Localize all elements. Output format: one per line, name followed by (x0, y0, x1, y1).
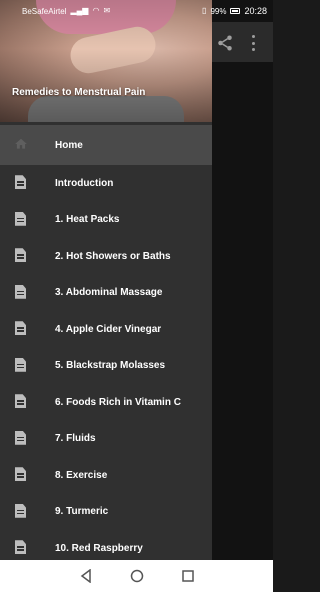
signal-icon: ▂▄▆ (70, 6, 89, 15)
menu-item-vitamin-c[interactable]: 6. Foods Rich in Vitamin C (0, 384, 212, 421)
status-bar: BeSafeAirtel ▂▄▆ ◠ ✉ ▯ 99% 20:28 (0, 0, 273, 22)
menu-item-fluids[interactable]: 7. Fluids (0, 421, 212, 458)
menu-item-label: 1. Heat Packs (55, 214, 120, 226)
document-icon (14, 248, 28, 264)
document-icon (14, 394, 28, 410)
menu-item-blackstrap-molasses[interactable]: 5. Blackstrap Molasses (0, 348, 212, 385)
recents-icon[interactable] (181, 569, 195, 583)
drawer-menu: Home Introduction 1. Heat Packs 2. Hot S… (0, 125, 212, 560)
battery-icon (230, 8, 241, 14)
document-icon (14, 211, 28, 228)
battery-percent: 99% (210, 6, 227, 16)
menu-item-exercise[interactable]: 8. Exercise (0, 457, 212, 494)
mail-icon: ✉ (103, 6, 111, 15)
document-icon (14, 284, 28, 301)
menu-item-label: 9. Turmeric (55, 506, 109, 518)
menu-item-hot-showers[interactable]: 2. Hot Showers or Baths (0, 238, 212, 275)
document-icon (14, 357, 28, 374)
menu-item-label: 4. Apple Cider Vinegar (55, 323, 162, 335)
menu-item-label: 6. Foods Rich in Vitamin C (55, 396, 181, 408)
menu-item-label: Home (55, 139, 83, 151)
screen: Remedies to Menstrual Pain Home Introduc… (0, 0, 273, 592)
menu-item-home[interactable]: Home (0, 125, 212, 165)
document-icon (14, 540, 28, 556)
app-content-area (212, 0, 273, 560)
menu-item-label: Introduction (55, 177, 114, 189)
menu-item-label: 5. Blackstrap Molasses (55, 360, 166, 372)
navigation-drawer: Remedies to Menstrual Pain Home Introduc… (0, 0, 212, 560)
document-icon (14, 175, 28, 191)
menu-item-label: 2. Hot Showers or Baths (55, 250, 171, 262)
menu-item-label: 3. Abdominal Massage (55, 287, 163, 299)
document-icon (14, 467, 28, 483)
menu-item-apple-cider-vinegar[interactable]: 4. Apple Cider Vinegar (0, 311, 212, 348)
back-icon[interactable] (79, 569, 93, 583)
menu-item-label: 8. Exercise (55, 469, 108, 481)
menu-item-label: 10. Red Raspberry (55, 542, 143, 554)
carrier-name: BeSafeAirtel (22, 6, 67, 16)
app-toolbar (212, 22, 273, 62)
document-icon (14, 430, 28, 447)
document-icon (14, 503, 28, 520)
wifi-icon: ◠ (92, 6, 100, 15)
home-icon (14, 137, 28, 153)
share-icon[interactable] (216, 34, 234, 52)
menu-item-heat-packs[interactable]: 1. Heat Packs (0, 202, 212, 239)
system-navigation-bar (0, 560, 273, 592)
document-icon (14, 321, 28, 337)
home-circle-icon[interactable] (130, 569, 144, 583)
clock: 20:28 (244, 6, 267, 16)
menu-item-turmeric[interactable]: 9. Turmeric (0, 494, 212, 531)
menu-item-red-raspberry[interactable]: 10. Red Raspberry (0, 530, 212, 560)
more-vert-icon[interactable] (252, 35, 256, 51)
menu-item-introduction[interactable]: Introduction (0, 165, 212, 202)
menu-item-abdominal-massage[interactable]: 3. Abdominal Massage (0, 275, 212, 312)
vibrate-icon: ▯ (202, 6, 207, 15)
drawer-title: Remedies to Menstrual Pain (12, 87, 146, 98)
menu-item-label: 7. Fluids (55, 433, 96, 445)
